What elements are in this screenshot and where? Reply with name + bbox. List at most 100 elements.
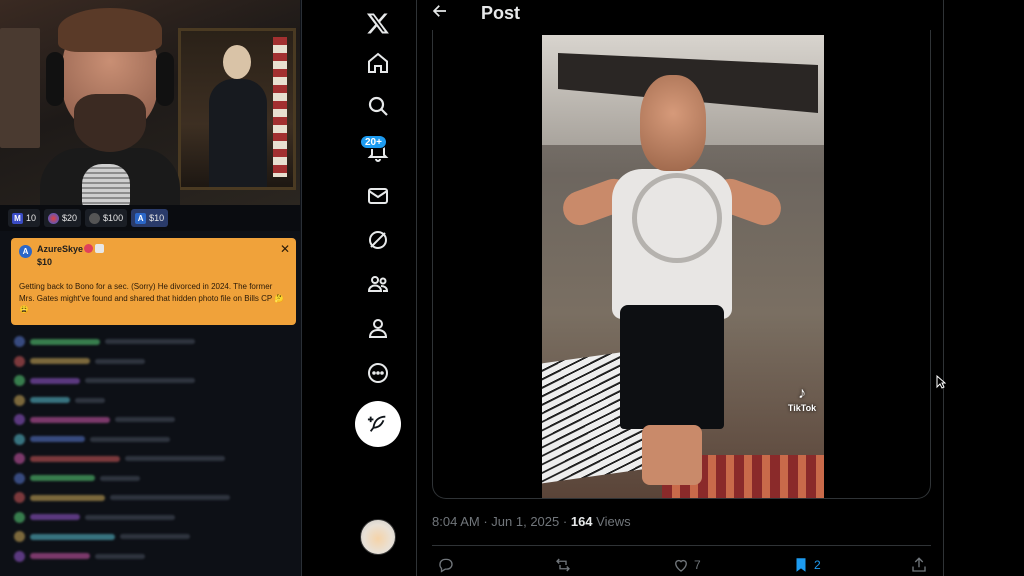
home-icon[interactable] [355, 40, 401, 86]
donor-avatar: A [19, 245, 32, 258]
headphone-right [156, 52, 174, 106]
chat-username-placeholder [30, 475, 95, 482]
reply-button[interactable] [437, 556, 455, 574]
close-icon[interactable]: ✕ [280, 242, 290, 256]
back-arrow-icon[interactable] [431, 2, 451, 24]
gift-item[interactable]: M 10 [8, 209, 41, 227]
gift-label: $20 [62, 213, 78, 223]
donation-message: Getting back to Bono for a sec. (Sorry) … [19, 282, 285, 314]
microphone-image [82, 164, 130, 205]
gift-item[interactable]: $100 [85, 209, 128, 227]
donor-username: AzureSkye [37, 244, 84, 254]
share-button[interactable] [910, 556, 928, 574]
chat-username-placeholder [30, 358, 90, 365]
donor-badges [84, 244, 104, 253]
chat-text-placeholder [75, 397, 105, 403]
view-count: 164 [570, 514, 593, 529]
gift-label: $100 [103, 213, 124, 223]
chat-message [14, 449, 286, 469]
gift-coin-icon [89, 212, 101, 224]
gift-a-icon: A [135, 212, 147, 224]
repost-icon [556, 558, 570, 572]
chat-avatar [14, 531, 25, 543]
gift-item[interactable]: A $10 [131, 209, 169, 227]
chat-text-placeholder [85, 378, 195, 384]
headphone-left [46, 52, 64, 106]
video-head [640, 75, 706, 171]
chat-avatar [14, 394, 25, 406]
chat-username-placeholder [30, 338, 100, 345]
donation-alert: A AzureSkye $10 ✕ Getting back to Bono f… [11, 238, 296, 325]
chat-avatar [14, 492, 25, 504]
stream-chat-blurred [0, 330, 300, 576]
post-date[interactable]: Jun 1, 2025 [491, 514, 559, 529]
chat-username-placeholder [30, 455, 120, 462]
account-avatar[interactable] [360, 519, 396, 555]
chat-message [14, 430, 286, 450]
repost-button[interactable] [554, 556, 572, 574]
compose-post-button[interactable] [355, 401, 401, 447]
chat-message [14, 410, 286, 430]
chat-text-placeholder [95, 358, 145, 364]
gift-m-icon: M [12, 212, 23, 224]
mail-icon[interactable] [355, 173, 401, 219]
bookmark-button[interactable]: 2 [792, 556, 821, 574]
chat-username-placeholder [30, 397, 70, 404]
reply-icon [439, 558, 453, 573]
video-shorts [620, 305, 724, 429]
views-label: Views [596, 514, 631, 529]
post-meta: 8:04 AM · Jun 1, 2025 · 164 Views [432, 514, 631, 529]
chat-username-placeholder [30, 494, 105, 501]
wall-decoration [0, 28, 40, 148]
chat-text-placeholder [115, 417, 175, 423]
chat-username-placeholder [30, 436, 85, 443]
chat-username-placeholder [30, 533, 115, 540]
profile-icon[interactable] [355, 305, 401, 351]
tiktok-watermark: ♪ TikTok [786, 385, 818, 413]
chat-message [14, 488, 286, 508]
streamer-beard [74, 94, 146, 152]
chat-username-placeholder [30, 377, 80, 384]
more-circle-icon[interactable] [355, 350, 401, 396]
chat-avatar [14, 336, 25, 348]
gift-label: $10 [149, 213, 165, 223]
notification-count-badge: 20+ [360, 135, 387, 149]
chat-avatar [14, 375, 25, 387]
search-icon[interactable] [355, 83, 401, 129]
chat-message [14, 352, 286, 372]
share-icon [912, 557, 926, 572]
bookmark-icon [796, 558, 806, 572]
chat-message [14, 469, 286, 489]
tiktok-note-icon: ♪ [798, 385, 806, 402]
grok-icon[interactable] [355, 217, 401, 263]
feather-plus-icon [367, 415, 386, 432]
communities-icon[interactable] [355, 261, 401, 307]
chat-text-placeholder [120, 534, 190, 540]
like-count: 7 [694, 558, 701, 572]
media-card[interactable]: ♪ TikTok [432, 30, 931, 499]
chat-message [14, 547, 286, 567]
stream-overlay-panel: M 10 $20 $100 A $10 A AzureSkye $10 ✕ Ge… [0, 0, 302, 576]
chat-avatar [14, 433, 25, 445]
bookmark-count: 2 [814, 558, 821, 572]
chat-avatar [14, 453, 25, 465]
like-button[interactable]: 7 [672, 556, 701, 574]
video-tambourine [632, 173, 722, 263]
post-time[interactable]: 8:04 AM [432, 514, 480, 529]
chat-text-placeholder [100, 475, 140, 481]
badge-heart-icon [84, 244, 93, 253]
video-player[interactable]: ♪ TikTok [542, 35, 824, 498]
chat-avatar [14, 414, 25, 426]
chat-username-placeholder [30, 416, 110, 423]
chat-text-placeholder [125, 456, 225, 462]
wall-painting [178, 28, 296, 190]
post-detail-column: Post ♪ TikTok 8:04 AM · Jun 1, 2025 · 16… [416, 0, 944, 576]
chat-avatar [14, 472, 25, 484]
gift-item[interactable]: $20 [44, 209, 82, 227]
chat-username-placeholder [30, 514, 80, 521]
chat-message [14, 508, 286, 528]
painting-figure-coat [209, 79, 267, 187]
gift-label: 10 [26, 213, 37, 223]
meta-separator: · [483, 514, 488, 529]
chat-text-placeholder [105, 339, 195, 345]
